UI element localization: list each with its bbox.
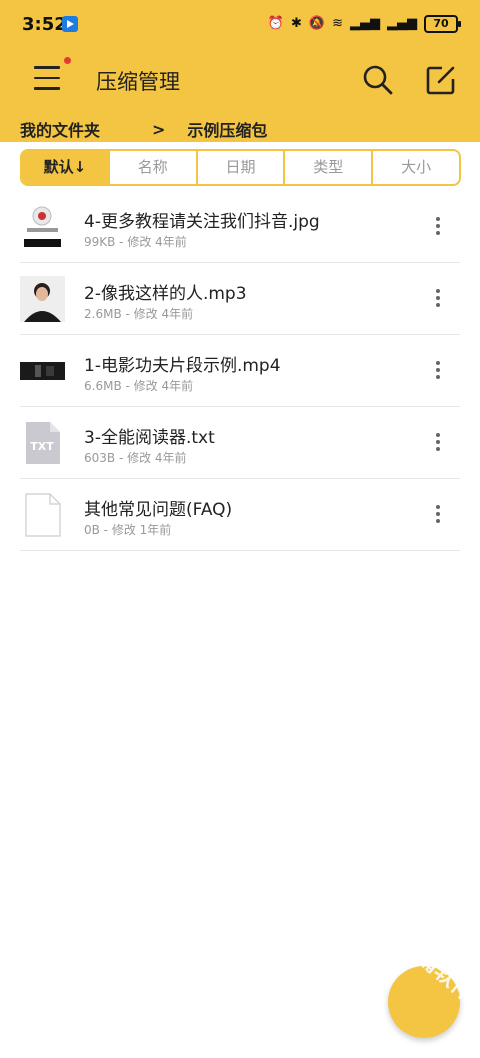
file-row[interactable]: TXT 3-全能阅读器.txt 603B - 修改 4年前 <box>20 407 460 479</box>
status-icons: ⏰ ✱ 🔕 ≋ ▂▄▆ ▂▄▆ 70 <box>267 14 461 34</box>
more-options-button[interactable] <box>432 505 444 527</box>
sort-tab-size[interactable]: 大小 <box>373 151 459 184</box>
alarm-icon: ⏰ <box>267 16 284 31</box>
edit-button[interactable] <box>425 64 457 96</box>
file-row[interactable]: 其他常见问题(FAQ) 0B - 修改 1年前 <box>20 479 460 551</box>
blank-file-icon <box>25 493 61 537</box>
menu-button[interactable] <box>34 66 62 90</box>
more-options-button[interactable] <box>432 217 444 239</box>
more-options-button[interactable] <box>432 433 444 455</box>
file-meta: 2.6MB - 修改 4年前 <box>84 307 194 321</box>
file-meta: 603B - 修改 4年前 <box>84 451 187 465</box>
wifi-icon: ≋ <box>332 16 343 31</box>
txt-file-icon: TXT <box>26 422 60 464</box>
more-vertical-icon <box>436 289 440 293</box>
video-thumbnail <box>20 362 65 380</box>
file-name: 1-电影功夫片段示例.mp4 <box>84 356 281 376</box>
menu-icon <box>34 66 60 69</box>
status-bar: 3:52 ⏰ ✱ 🔕 ≋ ▂▄▆ ▂▄▆ 70 <box>0 0 480 50</box>
signal-2-icon: ▂▄▆ <box>387 16 417 31</box>
search-button[interactable] <box>362 64 394 96</box>
txt-icon-label: TXT <box>30 440 54 453</box>
file-meta: 0B - 修改 1年前 <box>84 523 172 537</box>
more-vertical-icon <box>436 361 440 365</box>
bluetooth-icon: ✱ <box>291 16 302 31</box>
sort-tab-type[interactable]: 类型 <box>285 151 374 184</box>
notification-dot <box>64 57 71 64</box>
top-bar: 3:52 ⏰ ✱ 🔕 ≋ ▂▄▆ ▂▄▆ 70 压缩管理 我的文件夹 > 示例压… <box>0 0 480 142</box>
file-name: 3-全能阅读器.txt <box>84 428 215 448</box>
more-options-button[interactable] <box>432 361 444 383</box>
battery-icon: 70 <box>424 15 461 33</box>
chevron-right-icon: > <box>152 119 166 139</box>
file-row[interactable]: 4-更多教程请关注我们抖音.jpg 99KB - 修改 4年前 <box>20 191 460 263</box>
search-icon <box>363 65 393 95</box>
notification-app-icon <box>62 16 78 32</box>
edit-icon <box>426 66 455 95</box>
file-meta: 6.6MB - 修改 4年前 <box>84 379 194 393</box>
sort-tab-name[interactable]: 名称 <box>110 151 198 184</box>
sort-tab-date[interactable]: 日期 <box>198 151 286 184</box>
more-options-button[interactable] <box>432 289 444 311</box>
file-name: 2-像我这样的人.mp3 <box>84 284 247 304</box>
sort-tab-default[interactable]: 默认↓ <box>22 151 110 184</box>
status-time: 3:52 <box>22 14 67 35</box>
file-name: 4-更多教程请关注我们抖音.jpg <box>84 212 320 232</box>
breadcrumb-root[interactable]: 我的文件夹 <box>20 117 100 141</box>
file-row[interactable]: 1-电影功夫片段示例.mp4 6.6MB - 修改 4年前 <box>20 335 460 407</box>
page-title: 压缩管理 <box>96 70 180 94</box>
more-vertical-icon <box>436 505 440 509</box>
sort-tabs: 默认↓ 名称 日期 类型 大小 <box>20 149 461 186</box>
signal-1-icon: ▂▄▆ <box>350 16 380 31</box>
more-vertical-icon <box>436 433 440 437</box>
file-meta: 99KB - 修改 4年前 <box>84 235 187 249</box>
mute-icon: 🔕 <box>308 16 326 31</box>
file-row[interactable]: 2-像我这样的人.mp3 2.6MB - 修改 4年前 <box>20 263 460 335</box>
more-vertical-icon <box>436 217 440 221</box>
image-thumbnail <box>22 206 63 248</box>
breadcrumb-current: 示例压缩包 <box>187 121 268 140</box>
file-list: 4-更多教程请关注我们抖音.jpg 99KB - 修改 4年前 2-像我这样的人… <box>20 191 480 551</box>
audio-cover-thumbnail <box>20 276 65 322</box>
breadcrumb: 我的文件夹 > 示例压缩包 <box>20 117 267 141</box>
file-name: 其他常见问题(FAQ) <box>84 500 233 520</box>
watermark: 千篇软件站 <box>395 930 480 1021</box>
